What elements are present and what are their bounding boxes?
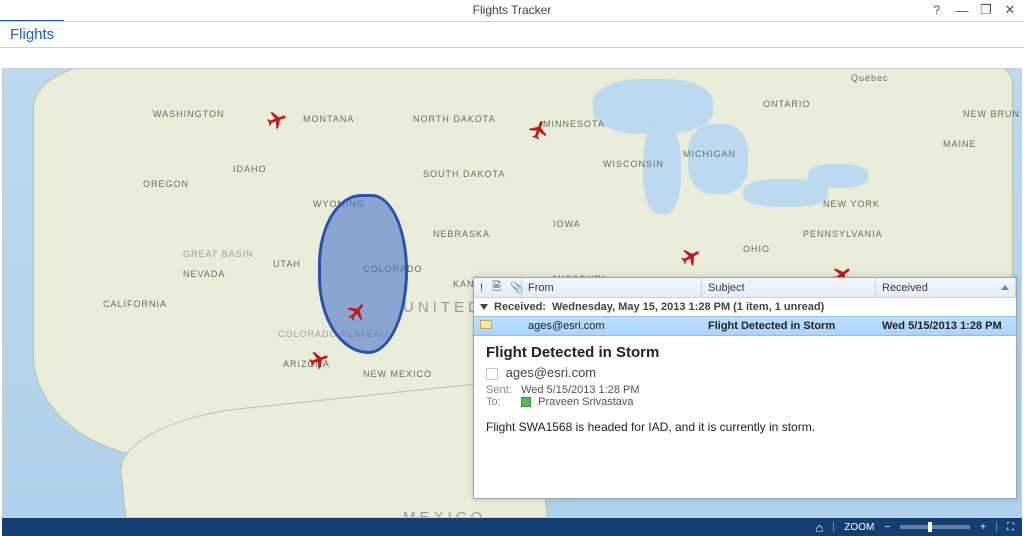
map-label: NEW BRUNSWICK [963, 109, 1022, 119]
map-label: ONTARIO [763, 99, 810, 109]
map-region-label: GREAT BASIN [183, 249, 254, 259]
map-label: OREGON [143, 179, 189, 189]
map-label: NEVADA [183, 269, 225, 279]
close-button[interactable]: ✕ [1000, 2, 1020, 18]
mail-item-row[interactable]: ages@esri.com Flight Detected in Storm W… [474, 316, 1016, 336]
presence-icon [521, 397, 531, 407]
mail-panel: ! 🗎 📎 From Subject Received Received: We… [473, 277, 1017, 499]
mail-group-text: Wednesday, May 15, 2013 1:28 PM (1 item,… [552, 301, 824, 313]
contact-icon [486, 368, 498, 380]
help-icon[interactable]: ? [933, 0, 940, 20]
map-label: NEBRASKA [433, 229, 490, 239]
restore-button[interactable]: ❐ [976, 2, 996, 18]
map-label: PENNSYLVANIA [803, 229, 883, 239]
menu-bar: FILE TOOLS VIEW [0, 0, 1024, 22]
menu-file[interactable]: FILE [0, 0, 64, 21]
map-label: WASHINGTON [153, 109, 225, 119]
map-label: NORTH DAKOTA [413, 114, 496, 124]
status-bar: ⌂ ZOOM − + ⛶ [2, 518, 1022, 536]
map-label: MONTANA [303, 114, 354, 124]
menu-tools[interactable]: TOOLS [64, 0, 132, 21]
zoom-out-button[interactable]: − [884, 522, 890, 533]
map-country-label-mexico: MEXICO [403, 509, 486, 518]
map[interactable]: WASHINGTON MONTANA NORTH DAKOTA MINNESOT… [2, 68, 1022, 518]
map-label: WISCONSIN [603, 159, 664, 169]
fullscreen-icon[interactable]: ⛶ [1007, 522, 1014, 533]
storm-polygon[interactable] [318, 194, 408, 354]
map-label: SOUTH DAKOTA [423, 169, 505, 179]
mail-header-flags[interactable]: ! 🗎 📎 [474, 278, 522, 297]
map-label: NEW YORK [823, 199, 880, 209]
envelope-icon [480, 320, 492, 329]
mail-item-subject: Flight Detected in Storm [702, 320, 876, 332]
collapse-icon[interactable] [480, 304, 488, 310]
mail-header-subject[interactable]: Subject [702, 278, 876, 297]
map-label: CALIFORNIA [103, 299, 167, 309]
preview-from-text: ages@esri.com [506, 365, 597, 380]
home-icon[interactable]: ⌂ [815, 520, 823, 535]
map-label: MAINE [943, 139, 977, 149]
map-label: MICHIGAN [683, 149, 736, 159]
mail-group-row[interactable]: Received: Wednesday, May 15, 2013 1:28 P… [474, 298, 1016, 316]
importance-icon: ! [480, 282, 483, 294]
mail-item-received: Wed 5/15/2013 1:28 PM [876, 320, 1016, 332]
menu-view[interactable]: VIEW [132, 0, 191, 21]
map-label: IOWA [553, 219, 581, 229]
preview-sent-label: Sent: [486, 384, 518, 396]
preview-to-value: Praveen Srivastava [538, 396, 633, 408]
minimize-button[interactable]: — [952, 3, 972, 18]
mail-group-prefix: Received: [494, 301, 546, 313]
preview-sent-value: Wed 5/15/2013 1:28 PM [521, 384, 639, 396]
zoom-in-button[interactable]: + [980, 522, 986, 533]
preview-body: Flight SWA1568 is headed for IAD, and it… [486, 420, 1004, 434]
map-label: UTAH [273, 259, 301, 269]
zoom-slider[interactable] [900, 525, 970, 529]
map-label: Québec [851, 73, 889, 83]
ribbon-title: Flights [0, 22, 1024, 48]
mail-header-from[interactable]: From [522, 278, 702, 297]
zoom-label: ZOOM [844, 522, 874, 533]
sort-caret-icon [1001, 285, 1009, 290]
preview-from: ages@esri.com [486, 365, 1004, 380]
mail-item-from: ages@esri.com [522, 320, 702, 332]
preview-to-label: To: [486, 396, 518, 408]
mail-list-header: ! 🗎 📎 From Subject Received [474, 278, 1016, 298]
map-label: IDAHO [233, 164, 267, 174]
map-label: NEW MEXICO [363, 369, 432, 379]
mail-header-received-label: Received [882, 282, 928, 294]
attachment-icon: 🗎 [492, 278, 501, 297]
map-label: OHIO [743, 244, 770, 254]
mail-header-received[interactable]: Received [876, 278, 1016, 297]
preview-subject: Flight Detected in Storm [486, 344, 1004, 361]
mail-preview-pane: Flight Detected in Storm ages@esri.com S… [474, 336, 1016, 498]
